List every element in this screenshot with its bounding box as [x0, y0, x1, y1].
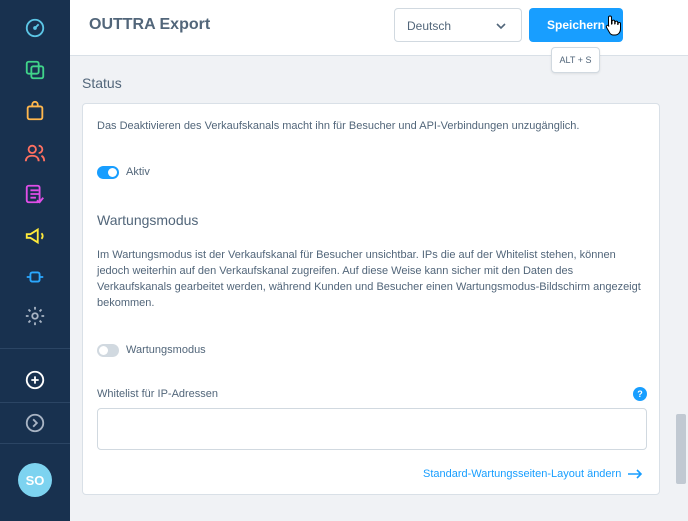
sidebar-item-settings[interactable]: [21, 302, 49, 330]
sidebar-divider: [0, 348, 70, 349]
speedometer-icon: [25, 18, 45, 38]
chevron-down-icon: [496, 23, 506, 30]
status-description: Das Deaktivieren des Verkaufskanals mach…: [97, 120, 580, 132]
hand-cursor-icon: [605, 15, 621, 36]
ip-whitelist-input[interactable]: [97, 408, 647, 450]
avatar[interactable]: SO: [18, 463, 52, 497]
sidebar-item-marketing[interactable]: [21, 222, 49, 250]
stacked-squares-icon: [25, 60, 45, 80]
users-icon: [24, 144, 46, 162]
sidebar: SO: [0, 0, 70, 521]
shopping-bag-icon: [26, 100, 44, 121]
layout-link-text: Standard-Wartungsseiten-Layout ändern: [423, 468, 622, 480]
arrow-right-icon: [628, 469, 643, 479]
page-title: OUTTRA Export: [89, 16, 211, 33]
active-toggle-label: Aktiv: [126, 166, 150, 178]
gear-icon: [25, 306, 45, 326]
maintenance-description: Im Wartungsmodus ist der Verkaufskanal f…: [97, 249, 641, 309]
list-layout-icon: [25, 184, 44, 204]
maintenance-toggle-label: Wartungsmodus: [126, 344, 206, 356]
sidebar-divider: [0, 443, 70, 444]
layout-link[interactable]: Standard-Wartungsseiten-Layout ändern: [423, 468, 643, 480]
scrollbar-thumb[interactable]: [676, 414, 686, 484]
collapse-sidebar-button[interactable]: [21, 409, 49, 437]
chevron-right-circle-icon: [25, 413, 45, 433]
plug-icon: [26, 271, 44, 283]
toggle-knob: [99, 346, 108, 355]
main-content: Status Das Deaktivieren des Verkaufskana…: [70, 57, 688, 521]
sidebar-item-orders[interactable]: [21, 97, 49, 125]
sidebar-item-customers[interactable]: [21, 139, 49, 167]
sidebar-item-dashboard[interactable]: [21, 14, 49, 42]
toggle-knob: [108, 168, 117, 177]
status-card: Das Deaktivieren des Verkaufskanals mach…: [82, 103, 660, 495]
language-select[interactable]: Deutsch: [394, 8, 522, 42]
maintenance-toggle[interactable]: [97, 344, 119, 357]
section-title: Status: [82, 75, 122, 91]
sidebar-divider: [0, 402, 70, 403]
sidebar-item-catalogues[interactable]: [21, 56, 49, 84]
sidebar-item-extensions[interactable]: [21, 263, 49, 291]
top-bar: OUTTRA Export Deutsch Speichern ALT + S: [70, 0, 688, 73]
add-button[interactable]: [21, 366, 49, 394]
active-toggle[interactable]: [97, 166, 119, 179]
plus-circle-icon: [25, 370, 45, 390]
maintenance-title: Wartungsmodus: [97, 212, 199, 228]
sidebar-item-content[interactable]: [21, 180, 49, 208]
ip-whitelist-label: Whitelist für IP-Adressen: [97, 388, 219, 400]
language-select-value: Deutsch: [407, 19, 452, 33]
megaphone-icon: [25, 227, 44, 245]
help-icon[interactable]: ?: [633, 387, 647, 401]
